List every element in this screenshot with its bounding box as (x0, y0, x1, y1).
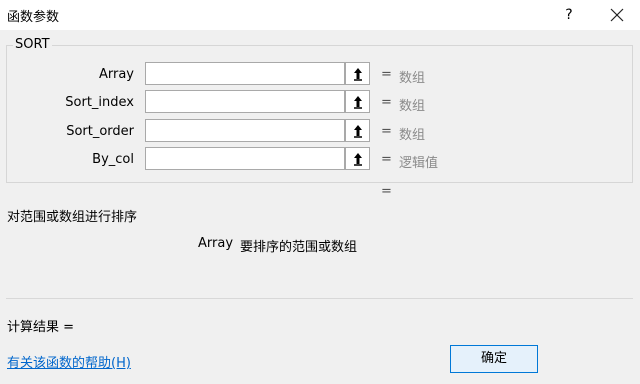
argument-help-text: 要排序的范围或数组 (240, 240, 358, 255)
arg-label-sort-index: Sort_index (65, 95, 134, 110)
sort-index-input[interactable] (145, 90, 345, 113)
by-col-input[interactable] (145, 147, 345, 170)
array-input[interactable] (145, 62, 345, 85)
divider (6, 298, 633, 299)
sort-order-equals: = (381, 124, 392, 139)
sort-order-hint: 数组 (399, 128, 426, 143)
calculation-result-label: 计算结果 = (7, 320, 75, 335)
argument-help-name: Array (198, 236, 234, 251)
arg-label-sort-order: Sort_order (66, 124, 134, 139)
function-description: 对范围或数组进行排序 (7, 210, 138, 225)
collapse-dialog-icon (354, 153, 362, 166)
arg-label-array: Array (98, 67, 134, 82)
dialog-title: 函数参数 (7, 10, 60, 25)
arg-label-by-col: By_col (92, 152, 134, 167)
function-help-link[interactable]: 有关该函数的帮助(H) (7, 352, 131, 371)
close-icon (610, 8, 624, 22)
formula-result-equals: = (381, 184, 392, 199)
array-hint: 数组 (399, 71, 426, 86)
close-button[interactable] (604, 2, 630, 28)
title-bar: 函数参数 ? (0, 0, 640, 30)
by-col-hint: 逻辑值 (399, 156, 439, 171)
sort-order-collapse-button[interactable] (345, 119, 370, 142)
sort-order-input[interactable] (145, 119, 345, 142)
ok-button[interactable]: 确定 (450, 345, 538, 373)
function-name-legend: SORT (13, 37, 52, 52)
sort-index-equals: = (381, 95, 392, 110)
collapse-dialog-icon (354, 125, 362, 138)
collapse-dialog-icon (354, 96, 362, 109)
sort-index-collapse-button[interactable] (345, 90, 370, 113)
array-collapse-button[interactable] (345, 62, 370, 85)
by-col-collapse-button[interactable] (345, 147, 370, 170)
help-button[interactable]: ? (556, 2, 582, 28)
sort-index-hint: 数组 (399, 99, 426, 114)
by-col-equals: = (381, 152, 392, 167)
collapse-dialog-icon (354, 68, 362, 81)
array-equals: = (381, 67, 392, 82)
